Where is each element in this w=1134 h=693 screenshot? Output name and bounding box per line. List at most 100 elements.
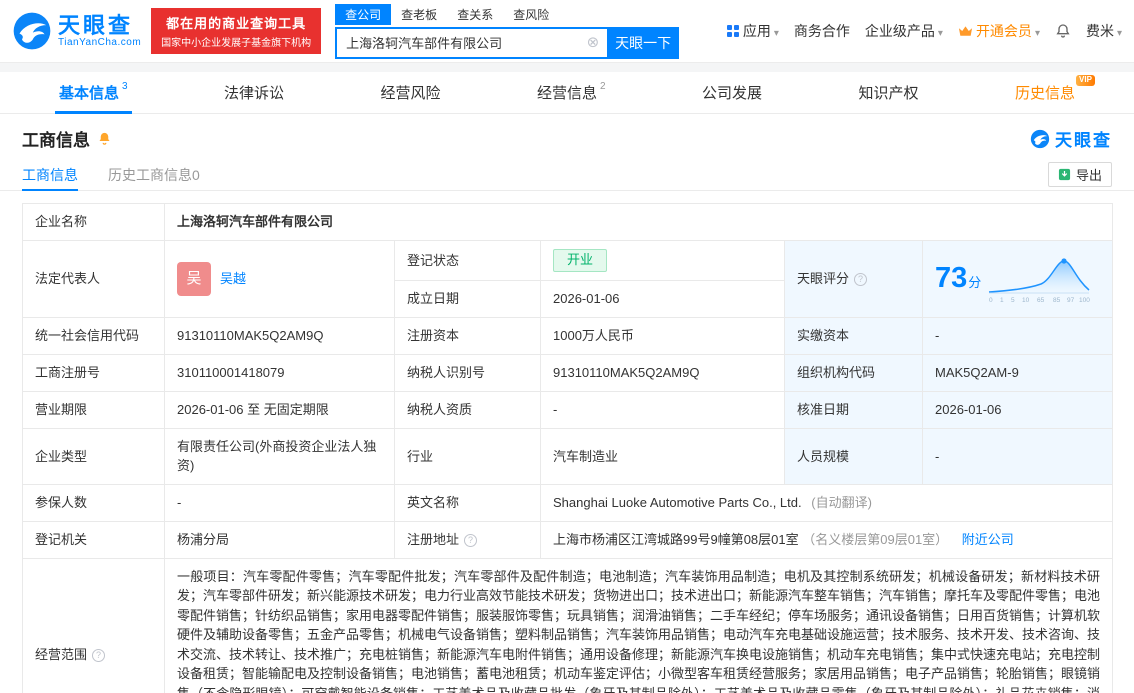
- tab-basic-info[interactable]: 基本信息 3: [55, 72, 132, 114]
- row-reg-authority: 登记机关 杨浦分局 注册地址 上海市杨浦区江湾城路99号9幢第08层01室 （名…: [22, 520, 1113, 559]
- tianyancha-mini-icon: [1030, 129, 1050, 148]
- row-business-scope: 经营范围 一般项目：汽车零配件零售；汽车零配件批发；汽车零部件及配件制造；电池制…: [22, 557, 1113, 693]
- legal-rep-link[interactable]: 吴越: [220, 269, 246, 289]
- label-paid-capital: 实缴资本: [784, 316, 923, 355]
- label-credit-code: 统一社会信用代码: [22, 316, 165, 355]
- search-input[interactable]: [335, 26, 608, 59]
- subscribe-bell-button[interactable]: [97, 131, 112, 146]
- search-tab-relation[interactable]: 查关系: [447, 4, 503, 25]
- brand-name: 天眼查: [58, 12, 134, 38]
- tab-history-label: 历史信息: [1014, 85, 1075, 102]
- score-chart: 0 1 5 10 65 85 97 100: [989, 258, 1091, 304]
- nearby-companies-link[interactable]: 附近公司: [962, 532, 1014, 547]
- value-reg-address: 上海市杨浦区江湾城路99号9幢第08层01室 （名义楼层第09层01室） 附近公…: [540, 520, 1113, 559]
- export-label: 导出: [1075, 168, 1102, 183]
- search-tab-company[interactable]: 查公司: [335, 3, 392, 25]
- label-insured-count: 参保人数: [22, 483, 165, 522]
- label-reg-address: 注册地址: [394, 520, 541, 559]
- nav-enterprise-products[interactable]: 企业级产品: [865, 21, 943, 41]
- tab-legal-proceedings[interactable]: 法律诉讼: [220, 72, 288, 113]
- tianyancha-logo[interactable]: 天眼查 TianYanCha.com: [12, 11, 141, 51]
- score-axis: 0 1 5 10 65 85 97 100: [989, 297, 1090, 304]
- value-tianyan-score[interactable]: 73分 0 1 5 10 65 85 97 100: [922, 240, 1113, 318]
- vip-badge: VIP: [1076, 75, 1095, 86]
- subtab-history-business-info[interactable]: 历史工商信息0: [108, 159, 200, 190]
- notification-bell[interactable]: [1055, 23, 1071, 39]
- help-icon: [92, 648, 106, 662]
- svg-text:85: 85: [1053, 297, 1061, 304]
- value-staff-size: -: [922, 427, 1113, 485]
- label-company-name: 企业名称: [22, 203, 165, 241]
- registered-address-text: 上海市杨浦区江湾城路99号9幢第08层01室: [553, 532, 799, 548]
- tab-operation-risk[interactable]: 经营风险: [377, 72, 445, 113]
- label-industry: 行业: [394, 427, 541, 485]
- tianyancha-logo-icon: [13, 12, 51, 50]
- search-button[interactable]: 天眼一下: [607, 26, 680, 59]
- export-icon: [1058, 168, 1071, 181]
- value-paid-capital: -: [922, 316, 1113, 355]
- value-reg-capital: 1000万人民币: [540, 316, 785, 355]
- tab-company-development[interactable]: 公司发展: [698, 72, 766, 113]
- company-tabs: 基本信息 3 法律诉讼 经营风险 经营信息 2 公司发展 知识产权 历史信息 V…: [0, 72, 1134, 114]
- crown-icon: [958, 26, 972, 36]
- slogan-line-2: 国家中小企业发展子基金旗下机构: [161, 38, 312, 49]
- value-establish-date: 2026-01-06: [540, 279, 785, 318]
- slogan-badge: 都在用的商业查询工具 国家中小企业发展子基金旗下机构: [151, 8, 322, 54]
- nav-apps-label: 应用: [742, 23, 771, 39]
- svg-text:97: 97: [1067, 297, 1075, 304]
- row-business-term: 营业期限 2026-01-06 至 无固定期限 纳税人资质 - 核准日期 202…: [22, 390, 1113, 429]
- section-header: 工商信息 天眼查: [0, 114, 1134, 159]
- business-info-table: 企业名称 上海洛轲汽车部件有限公司 法定代表人 吴 吴越 登记状态 开业 天眼评…: [22, 203, 1113, 693]
- search-tab-risk[interactable]: 查风险: [503, 4, 559, 25]
- tab-basic-info-count: 3: [122, 81, 128, 92]
- tab-basic-info-label: 基本信息: [59, 85, 120, 102]
- label-reg-status: 登记状态: [394, 240, 541, 281]
- help-icon: [854, 273, 868, 287]
- value-taxpayer-quality: -: [540, 390, 785, 429]
- clear-icon[interactable]: [587, 35, 600, 50]
- nav-business-cooperation[interactable]: 商务合作: [794, 21, 850, 41]
- score-label-text: 天眼评分: [797, 271, 850, 287]
- slogan-line-1: 都在用的商业查询工具: [166, 16, 307, 31]
- label-english-name: 英文名称: [394, 483, 541, 522]
- label-reg-number: 工商注册号: [22, 353, 165, 392]
- top-header: 天眼查 TianYanCha.com 都在用的商业查询工具 国家中小企业发展子基…: [0, 0, 1134, 62]
- user-menu[interactable]: 费米: [1086, 21, 1122, 41]
- label-business-term: 营业期限: [22, 390, 165, 429]
- user-name: 费米: [1085, 23, 1114, 39]
- search-tabs: 查公司 查老板 查关系 查风险: [335, 3, 679, 25]
- nav-vip-label: 开通会员: [975, 23, 1032, 39]
- label-staff-size: 人员规模: [784, 427, 923, 485]
- chevron-down-icon: [1117, 23, 1122, 39]
- value-reg-status: 开业: [540, 240, 785, 281]
- score-unit: 分: [968, 275, 982, 291]
- label-establish-date: 成立日期: [394, 279, 541, 318]
- value-reg-number: 310110001418079: [164, 353, 395, 392]
- tab-operation-info[interactable]: 经营信息 2: [533, 72, 610, 113]
- value-reg-authority: 杨浦分局: [164, 520, 395, 559]
- value-industry: 汽车制造业: [540, 427, 785, 485]
- search-area: 查公司 查老板 查关系 查风险 天眼一下: [335, 3, 680, 59]
- value-company-name: 上海洛轲汽车部件有限公司: [164, 203, 1113, 241]
- scope-label-text: 经营范围: [35, 646, 88, 662]
- value-company-type: 有限责任公司(外商投资企业法人独资): [164, 427, 395, 485]
- bell-orange-icon: [99, 132, 110, 145]
- nav-open-vip[interactable]: 开通会员: [958, 21, 1040, 41]
- subtab-business-info[interactable]: 工商信息: [22, 159, 78, 191]
- chevron-down-icon: [1035, 23, 1040, 39]
- label-taxpayer-quality: 纳税人资质: [394, 390, 541, 429]
- header-divider: [0, 62, 1134, 72]
- export-button[interactable]: 导出: [1047, 162, 1112, 187]
- tab-intellectual-property[interactable]: 知识产权: [854, 72, 922, 113]
- value-approval-date: 2026-01-06: [922, 390, 1113, 429]
- tab-risk-label: 经营风险: [380, 85, 441, 102]
- english-name-note: (自动翻译): [811, 495, 872, 511]
- search-tab-boss[interactable]: 查老板: [391, 4, 447, 25]
- value-insured-count: -: [164, 483, 395, 522]
- legal-rep-avatar[interactable]: 吴: [177, 261, 211, 296]
- tab-history-info[interactable]: 历史信息 VIP: [1011, 72, 1095, 113]
- row-reg-number: 工商注册号 310110001418079 纳税人识别号 91310110MAK…: [22, 353, 1113, 392]
- label-tianyan-score: 天眼评分: [784, 240, 923, 318]
- label-approval-date: 核准日期: [784, 390, 923, 429]
- nav-apps[interactable]: 应用: [726, 21, 779, 41]
